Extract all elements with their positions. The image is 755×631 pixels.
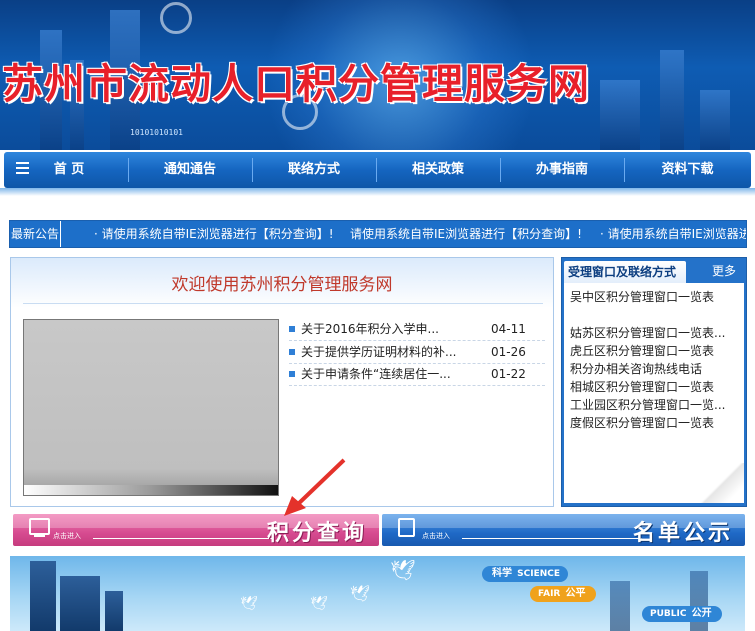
enter-label: 点击进入 — [422, 532, 450, 540]
news-date: 01-26 — [491, 345, 526, 359]
banner-building — [700, 90, 730, 150]
notice-item[interactable]: · 请使用系统自带IE浏览器进行【积分查询】! — [94, 221, 334, 247]
dove-icon: 🕊 — [310, 596, 328, 612]
notice-item[interactable]: · 请使用系统自带IE浏览器进行【积分查询】! — [600, 221, 746, 247]
contact-list-item[interactable]: 姑苏区积分管理窗口一览表... — [570, 324, 738, 342]
document-icon — [398, 518, 415, 537]
public-list-button[interactable]: 点击进入 名单公示 — [382, 514, 745, 546]
contact-list-item[interactable]: 相城区积分管理窗口一览表 — [570, 378, 738, 396]
welcome-title: 欢迎使用苏州积分管理服务网 — [171, 275, 393, 295]
divider — [23, 303, 543, 304]
dove-icon: 🕊 — [350, 584, 371, 603]
bullet-icon — [289, 371, 295, 377]
news-title[interactable]: 关于2016年积分入学申... — [301, 318, 476, 340]
contact-list-item[interactable]: 虎丘区积分管理窗口一览表 — [570, 342, 738, 360]
score-query-label: 积分查询 — [266, 521, 367, 546]
news-date: 04-11 — [491, 322, 526, 336]
banner-digits: 10101010101 — [130, 128, 183, 137]
contact-list-item[interactable]: 吴中区积分管理窗口一览表 — [570, 288, 738, 306]
nav-policy[interactable]: 相关政策 — [376, 152, 500, 188]
site-title: 苏州市流动人口积分管理服务网 — [2, 60, 590, 108]
news-item[interactable]: 关于申请条件“连续居住一... 01-22 — [289, 363, 545, 386]
bullet-icon — [289, 349, 295, 355]
dove-icon: 🕊 — [390, 558, 416, 582]
nav-shadow-strip — [0, 188, 755, 196]
nav-notices[interactable]: 通知通告 — [128, 152, 252, 188]
bullet-icon — [289, 326, 295, 332]
public-list-label: 名单公示 — [632, 521, 733, 546]
computer-icon — [29, 518, 50, 537]
page-curl-decoration — [700, 463, 744, 503]
contact-panel: 受理窗口及联络方式 更多 吴中区积分管理窗口一览表 姑苏区积分管理窗口一览表..… — [561, 257, 747, 507]
main-nav: 首 页 通知通告 联络方式 相关政策 办事指南 资料下载 — [4, 152, 751, 188]
banner-building — [600, 80, 640, 150]
contact-list-item[interactable]: 积分办相关咨询热线电话 — [570, 360, 738, 378]
public-badge: PUBLIC 公开 — [642, 606, 722, 622]
banner-building — [60, 576, 100, 631]
header-banner: 苏州市流动人口积分管理服务网 10101010101 — [0, 0, 755, 150]
nav-home[interactable]: 首 页 — [34, 152, 104, 188]
enter-label: 点击进入 — [53, 532, 81, 540]
contact-list-item[interactable]: 工业园区积分管理窗口一览... — [570, 396, 738, 414]
dove-icon: 🕊 — [240, 596, 258, 612]
nav-contact[interactable]: 联络方式 — [252, 152, 376, 188]
fair-badge: FAIR 公平 — [530, 586, 596, 602]
banner-building — [30, 561, 56, 631]
banner-building — [660, 50, 684, 150]
decorative-line — [462, 538, 642, 539]
banner-building — [690, 571, 708, 631]
contact-panel-title: 受理窗口及联络方式 — [564, 261, 686, 283]
image-slideshow[interactable] — [23, 319, 279, 496]
notice-label: 最新公告 — [10, 221, 61, 247]
slideshow-progress — [24, 485, 278, 495]
bottom-banner: 🕊 🕊 🕊 🕊 科学 SCIENCE FAIR 公平 PUBLIC 公开 — [10, 556, 745, 631]
banner-building — [610, 581, 630, 631]
banner-ring — [160, 2, 192, 34]
news-title[interactable]: 关于提供学历证明材料的补... — [301, 341, 476, 363]
more-link[interactable]: 更多 — [712, 262, 736, 279]
menu-icon — [16, 162, 29, 176]
score-query-button[interactable]: 点击进入 积分查询 — [13, 514, 379, 546]
contact-list-item[interactable]: 度假区积分管理窗口一览表 — [570, 414, 738, 432]
nav-downloads[interactable]: 资料下载 — [624, 152, 751, 188]
red-arrow-annotation — [284, 458, 346, 516]
notice-item[interactable]: 请使用系统自带IE浏览器进行【积分查询】! — [350, 221, 582, 247]
decorative-line — [93, 538, 273, 539]
banner-building — [105, 591, 123, 631]
news-date: 01-22 — [491, 367, 526, 381]
science-badge: 科学 SCIENCE — [482, 566, 569, 582]
notice-bar: 最新公告 · 请使用系统自带IE浏览器进行【积分查询】! 请使用系统自带IE浏览… — [9, 220, 747, 248]
news-title[interactable]: 关于申请条件“连续居住一... — [301, 363, 476, 385]
nav-guide[interactable]: 办事指南 — [500, 152, 624, 188]
contact-list: 吴中区积分管理窗口一览表 姑苏区积分管理窗口一览表... 虎丘区积分管理窗口一览… — [564, 283, 744, 503]
news-item[interactable]: 关于提供学历证明材料的补... 01-26 — [289, 341, 545, 364]
news-item[interactable]: 关于2016年积分入学申... 04-11 — [289, 318, 545, 341]
